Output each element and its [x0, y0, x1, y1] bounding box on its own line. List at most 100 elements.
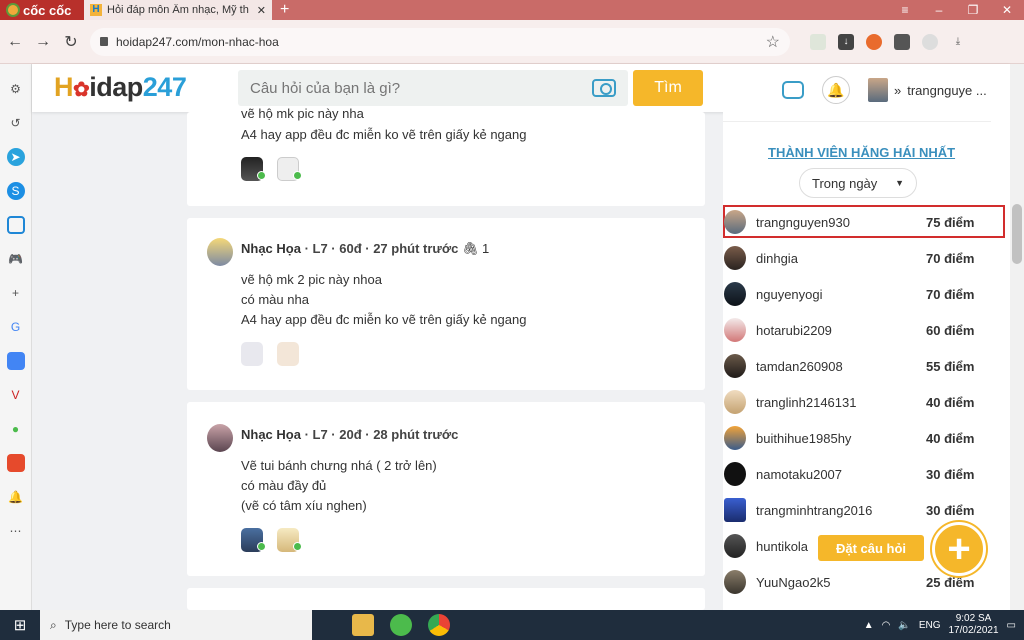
leaderboard-row[interactable]: tranglinh2146131 40 điểm — [723, 384, 1010, 420]
skype-icon[interactable]: S — [6, 182, 25, 200]
post-author: Nhạc Họa · L7 · 20đ · 28 phút trước — [241, 427, 458, 442]
clock[interactable]: 9:02 SA 17/02/2021 — [948, 613, 998, 637]
post-meta: · L7 · 60đ · 27 phút trước — [300, 241, 459, 256]
add-icon[interactable]: + — [7, 284, 25, 302]
language-indicator[interactable]: ENG — [919, 620, 941, 631]
vtv-icon[interactable]: V — [7, 386, 25, 404]
question-card[interactable]: Nhạc Họa · L7 · 60đ · 27 phút trước 🖇 1 … — [187, 218, 705, 390]
post-text-line: Vẽ tui bánh chưng nhá ( 2 trở lên) — [241, 458, 437, 473]
avatar — [724, 318, 746, 342]
attachment-count: 🖇 1 — [461, 241, 490, 256]
period-select[interactable]: Trong ngày ▼ — [799, 168, 917, 198]
bell-icon[interactable]: 🔔 — [822, 76, 850, 104]
answerer-avatar[interactable] — [277, 342, 299, 366]
windows-start-icon[interactable]: ⊞ — [0, 616, 40, 634]
member-points: 70 điểm — [926, 250, 975, 266]
google-icon[interactable]: G — [7, 318, 25, 336]
new-tab-button[interactable]: + — [272, 1, 297, 19]
leaderboard-row[interactable]: hotarubi2209 60 điểm — [723, 312, 1010, 348]
scrollbar-thumb[interactable] — [1012, 204, 1022, 264]
history-icon[interactable]: ↺ — [7, 114, 25, 132]
telegram-icon[interactable]: ➤ — [6, 148, 25, 166]
period-value: Trong ngày — [812, 175, 878, 191]
ask-question-label[interactable]: Đặt câu hỏi — [818, 535, 924, 561]
header-icons: 🔔 » trangnguye ... — [782, 76, 987, 104]
close-window-button[interactable]: ✕ — [990, 3, 1024, 17]
puzzle-icon[interactable] — [894, 33, 910, 50]
coccoc-icon — [6, 3, 20, 17]
message-icon[interactable] — [782, 81, 804, 99]
flower-icon: ✿ — [73, 79, 90, 101]
zalo-icon[interactable] — [6, 216, 25, 234]
profile-icon[interactable] — [922, 33, 938, 50]
question-card[interactable]: Nhạc Họa · L7 · 20đ · 28 phút trước Vẽ t… — [187, 402, 705, 576]
close-tab-icon[interactable]: ✕ — [257, 4, 266, 17]
avatar — [724, 390, 746, 414]
leaderboard-row[interactable]: namotaku2007 30 điểm — [723, 456, 1010, 492]
tray-icon[interactable]: ▲ — [864, 620, 874, 631]
minimize-button[interactable]: – — [922, 3, 956, 17]
avatar[interactable] — [207, 238, 233, 266]
member-name: dinhgia — [756, 250, 798, 266]
author-name[interactable]: Nhạc Họa — [241, 241, 301, 256]
notification-icon[interactable]: 🔔 — [7, 488, 25, 506]
reload-button[interactable]: ↻ — [62, 32, 80, 52]
menu-icon[interactable]: ≡ — [888, 3, 922, 17]
leaderboard-row[interactable]: buithihue1985hy 40 điểm — [723, 420, 1010, 456]
browser-tab[interactable]: H Hỏi đáp môn Âm nhạc, Mỹ th ✕ — [84, 0, 272, 20]
chrome-icon[interactable] — [428, 614, 450, 636]
notification-center-icon[interactable]: ▭ — [1007, 620, 1016, 631]
author-name[interactable]: Nhạc Họa — [241, 427, 301, 442]
leaderboard-row[interactable]: dinhgia 70 điểm — [723, 240, 1010, 276]
coccoc-green-icon[interactable]: ● — [7, 420, 25, 438]
lock-icon — [100, 37, 108, 46]
back-button[interactable]: ← — [6, 33, 24, 51]
leaderboard-title[interactable]: THÀNH VIÊN HĂNG HÁI NHẤT — [768, 145, 955, 160]
question-card[interactable]: vẽ hộ mk pic này nha A4 hay app đều đc m… — [187, 106, 705, 206]
game-icon[interactable]: 🎮 — [7, 250, 25, 268]
leaderboard-row[interactable]: trangnguyen930 75 điểm — [723, 204, 1010, 240]
settings-icon[interactable]: ⚙ — [7, 80, 25, 98]
extension-icon[interactable] — [810, 33, 826, 50]
site-logo[interactable]: H✿idap247 — [54, 72, 187, 103]
page-scrollbar[interactable] — [1010, 64, 1024, 610]
ask-question-button[interactable]: + — [932, 522, 986, 576]
brand-label: cốc cốc — [23, 2, 72, 18]
search-input[interactable] — [250, 79, 592, 97]
maximize-button[interactable]: ❐ — [956, 3, 990, 17]
leaderboard-row[interactable]: nguyenyogi 70 điểm — [723, 276, 1010, 312]
site-header: H✿idap247 Tìm 🔔 » trangnguye ... — [32, 64, 1010, 112]
camera-icon[interactable] — [592, 79, 616, 97]
download-icon[interactable]: ↓ — [838, 33, 854, 50]
url-field[interactable]: hoidap247.com/mon-nhac-hoa ☆ — [90, 27, 790, 56]
answerer-avatar[interactable] — [241, 342, 263, 366]
volume-icon[interactable]: 🔈 — [898, 620, 910, 631]
bookmark-star-icon[interactable]: ☆ — [766, 32, 780, 52]
tab-title: Hỏi đáp môn Âm nhạc, Mỹ th — [107, 4, 249, 16]
member-name: nguyenyogi — [756, 286, 823, 302]
tiki-icon[interactable] — [6, 454, 25, 472]
leaderboard-row[interactable]: tamdan260908 55 điểm — [723, 348, 1010, 384]
post-text-line: A4 hay app đều đc miễn ko vẽ trên giấy k… — [241, 312, 527, 327]
search-button[interactable]: Tìm — [633, 70, 703, 106]
chevron-down-icon: » — [894, 82, 902, 98]
member-name: namotaku2007 — [756, 466, 843, 482]
forward-button[interactable]: → — [34, 33, 52, 51]
coccoc-taskbar-icon[interactable] — [390, 614, 412, 636]
translate-icon[interactable] — [6, 352, 25, 370]
avatar — [724, 354, 746, 378]
coccoc-extension-icon[interactable] — [866, 33, 882, 50]
user-menu[interactable]: » trangnguye ... — [868, 78, 987, 102]
taskbar-search[interactable]: ⌕ Type here to search — [40, 610, 312, 640]
coccoc-logo[interactable]: cốc cốc — [0, 0, 84, 20]
avatar[interactable] — [207, 424, 233, 452]
search-icon: ⌕ — [50, 617, 57, 632]
more-icon[interactable]: ⋯ — [7, 522, 25, 540]
download-bar-icon[interactable]: ⤓ — [950, 34, 966, 50]
member-name: trangnguyen930 — [756, 214, 850, 230]
address-bar-row: ← → ↻ hoidap247.com/mon-nhac-hoa ☆ ↓ ⤓ — [0, 20, 1024, 64]
wifi-icon[interactable]: ◠ — [882, 620, 891, 631]
file-explorer-icon[interactable] — [352, 614, 374, 636]
question-card[interactable] — [187, 588, 705, 610]
member-points: 30 điểm — [926, 466, 975, 482]
